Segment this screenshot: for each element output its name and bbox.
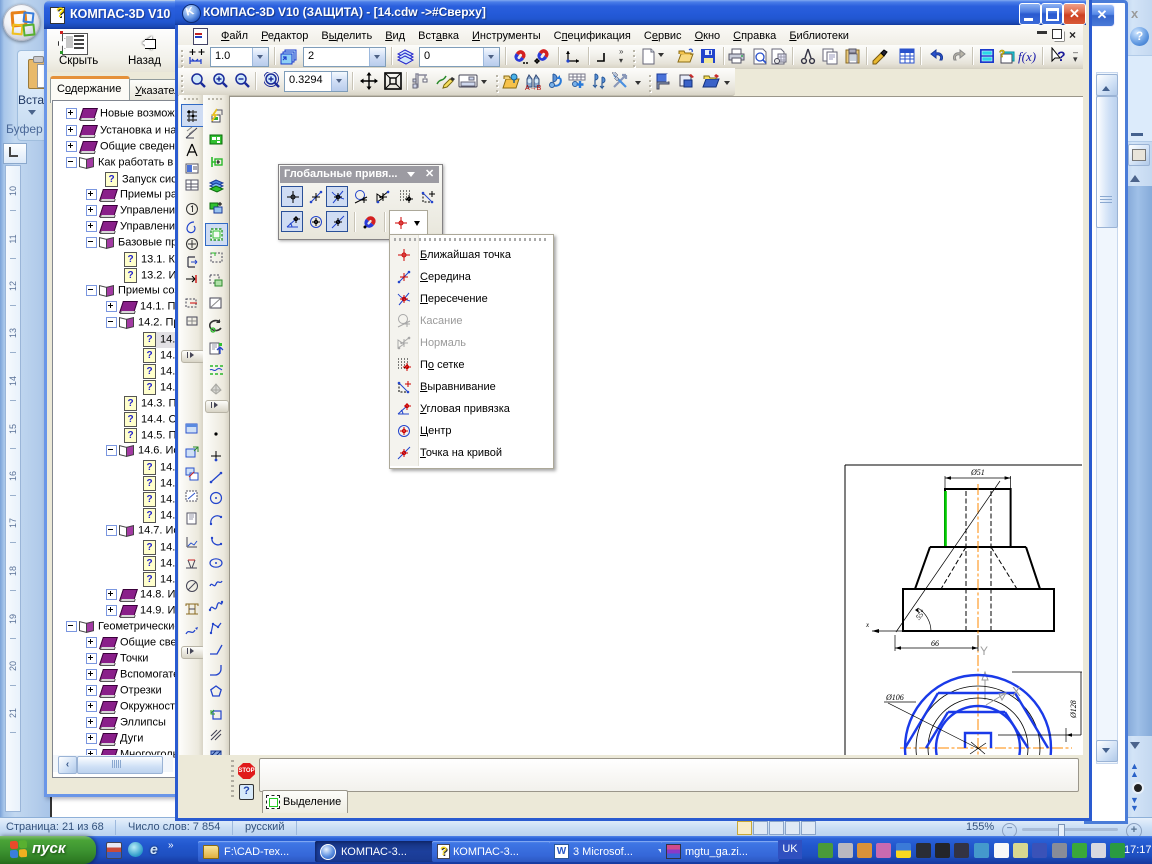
- svg-text:Y: Y: [980, 644, 988, 658]
- svg-text:66: 66: [931, 639, 939, 648]
- svg-text:Ø106: Ø106: [885, 693, 904, 702]
- svg-text:?: ?: [999, 49, 1005, 60]
- svg-text:x: x: [865, 621, 870, 629]
- svg-text:Ø51: Ø51: [970, 468, 985, 477]
- svg-text:?: ?: [1057, 48, 1066, 64]
- svg-text:А→В: А→В: [525, 85, 542, 91]
- svg-text:X: X: [1012, 684, 1021, 699]
- svg-text:Ø128: Ø128: [1069, 700, 1078, 719]
